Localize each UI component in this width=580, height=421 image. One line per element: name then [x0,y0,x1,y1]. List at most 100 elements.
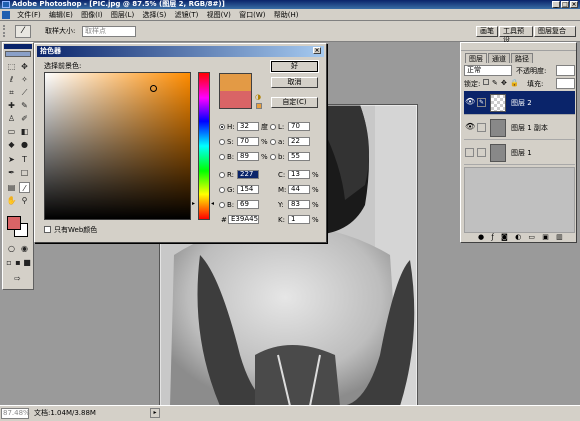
foreground-color-swatch[interactable] [7,216,21,230]
close-button[interactable]: × [570,1,578,8]
h-radio[interactable] [219,124,225,130]
clone-stamp-tool-icon[interactable]: ♙ [6,113,17,124]
k-field[interactable]: 1 [288,215,310,224]
color-field-cursor[interactable] [150,85,157,92]
layer-row-1-copy[interactable]: 👁 图层 1 副本 [464,116,575,140]
custom-colors-button[interactable]: 自定(C) [271,97,318,108]
g-field[interactable]: 154 [237,185,259,194]
link-box[interactable] [477,123,486,132]
h-field[interactable]: 32 [237,122,259,131]
options-grip[interactable] [3,25,13,37]
eye-icon[interactable]: 👁 [465,97,475,107]
status-menu-arrow-icon[interactable]: ▸ [150,408,160,418]
lock-transparency-icon[interactable] [483,79,489,85]
blend-mode-select[interactable]: 正常 [464,65,512,76]
marquee-tool-icon[interactable]: ⬚ [6,61,17,72]
menu-layer[interactable]: 图层(L) [108,9,137,21]
zoom-tool-icon[interactable]: ⚲ [19,195,30,206]
layer-row-2[interactable]: 👁 ✎ 图层 2 [464,91,575,115]
tab-paths[interactable]: 路径 [511,53,533,63]
menu-view[interactable]: 视图(V) [204,9,234,21]
lock-pixels-icon[interactable]: ✎ [492,79,498,87]
hue-slider-left-arrow[interactable]: ▸ [192,200,195,207]
screen-mode-full-icon[interactable]: ■ [23,257,31,268]
l-field[interactable]: 70 [288,122,310,131]
hand-tool-icon[interactable]: ✋ [6,195,17,206]
b-field[interactable]: 89 [237,152,259,161]
delete-layer-icon[interactable]: ▥ [556,233,563,241]
blue-field[interactable]: 69 [237,200,259,209]
a-field[interactable]: 22 [288,137,310,146]
adjustment-layer-icon[interactable]: ◐ [515,233,521,241]
m-field[interactable]: 44 [288,185,310,194]
screen-mode-full-menu-icon[interactable]: ▪ [14,257,22,268]
path-selection-tool-icon[interactable]: ➤ [6,154,17,165]
brush-tool-icon[interactable]: ✎ [19,100,30,111]
gamut-warning-icon[interactable]: ◑ [255,93,261,101]
menu-filter[interactable]: 滤镜(T) [172,9,202,21]
tab-layer-comps[interactable]: 图层复合 [534,26,576,37]
pen-tool-icon[interactable]: ✒ [6,167,17,178]
tab-brushes[interactable]: 画笔 [476,26,498,37]
current-color-swatch[interactable] [220,91,251,108]
shape-tool-icon[interactable]: □ [19,167,30,178]
photoshop-logo[interactable] [5,51,31,57]
c-field[interactable]: 13 [288,170,310,179]
magic-wand-tool-icon[interactable]: ✧ [19,74,30,85]
lock-all-icon[interactable]: 🔒 [510,79,519,87]
eye-icon[interactable]: 👁 [465,122,475,132]
sample-size-select[interactable]: 取样点 [82,26,136,37]
b-radio[interactable] [219,154,225,160]
menu-image[interactable]: 图像(I) [78,9,106,21]
g-radio[interactable] [219,187,225,193]
lab-b-radio[interactable] [270,154,276,160]
minimize-button[interactable]: _ [552,1,560,8]
new-group-icon[interactable]: ▭ [528,233,535,241]
link-box[interactable] [477,148,486,157]
blue-radio[interactable] [219,202,225,208]
tab-layers[interactable]: 图层 [465,53,487,63]
color-field[interactable] [44,72,191,220]
menu-window[interactable]: 窗口(W) [236,9,268,21]
layer-style-icon[interactable]: ƒ [491,233,493,241]
lock-position-icon[interactable]: ✥ [501,79,507,87]
slice-tool-icon[interactable]: ⟋ [19,87,30,98]
tab-channels[interactable]: 通道 [488,53,510,63]
zoom-field[interactable]: 87.48% [1,408,30,419]
hue-slider-right-arrow[interactable]: ◂ [211,200,214,207]
tab-tool-presets[interactable]: 工具预设 [499,26,533,44]
menu-edit[interactable]: 编辑(E) [46,9,76,21]
eyedropper-tool-icon[interactable]: ⁄ [19,182,30,193]
cancel-button[interactable]: 取消 [271,77,318,88]
lab-b-field[interactable]: 55 [288,152,310,161]
layer-mask-icon[interactable]: ◙ [501,233,508,241]
y-field[interactable]: 83 [288,200,310,209]
layer-row-1[interactable]: 图层 1 [464,141,575,165]
web-only-checkbox[interactable] [44,226,51,233]
notes-tool-icon[interactable]: ▤ [6,182,17,193]
hue-slider[interactable] [198,72,210,220]
link-layers-icon[interactable]: ● [478,233,484,241]
quick-mask-icon[interactable]: ◉ [19,243,30,254]
dialog-close-button[interactable]: × [313,47,321,54]
lasso-tool-icon[interactable]: ℓ [6,74,17,85]
screen-mode-standard-icon[interactable]: ▫ [5,257,13,268]
l-radio[interactable] [270,124,276,130]
healing-brush-tool-icon[interactable]: ✚ [6,100,17,111]
layers-panel-grip[interactable] [461,43,576,51]
app-menu-icon[interactable] [2,11,10,19]
gradient-tool-icon[interactable]: ◧ [19,126,30,137]
maximize-button[interactable]: □ [561,1,569,8]
a-radio[interactable] [270,139,276,145]
r-radio[interactable] [219,172,225,178]
opacity-field[interactable] [556,65,575,76]
hex-field[interactable]: E39A45 [228,215,259,224]
menu-help[interactable]: 帮助(H) [271,9,302,21]
standard-mode-icon[interactable]: ○ [6,243,17,254]
visibility-box[interactable] [465,148,474,157]
eraser-tool-icon[interactable]: ▭ [6,126,17,137]
s-radio[interactable] [219,139,225,145]
ok-button[interactable]: 好 [270,60,319,73]
new-layer-icon[interactable]: ▣ [542,233,549,241]
move-tool-icon[interactable]: ✥ [19,61,30,72]
